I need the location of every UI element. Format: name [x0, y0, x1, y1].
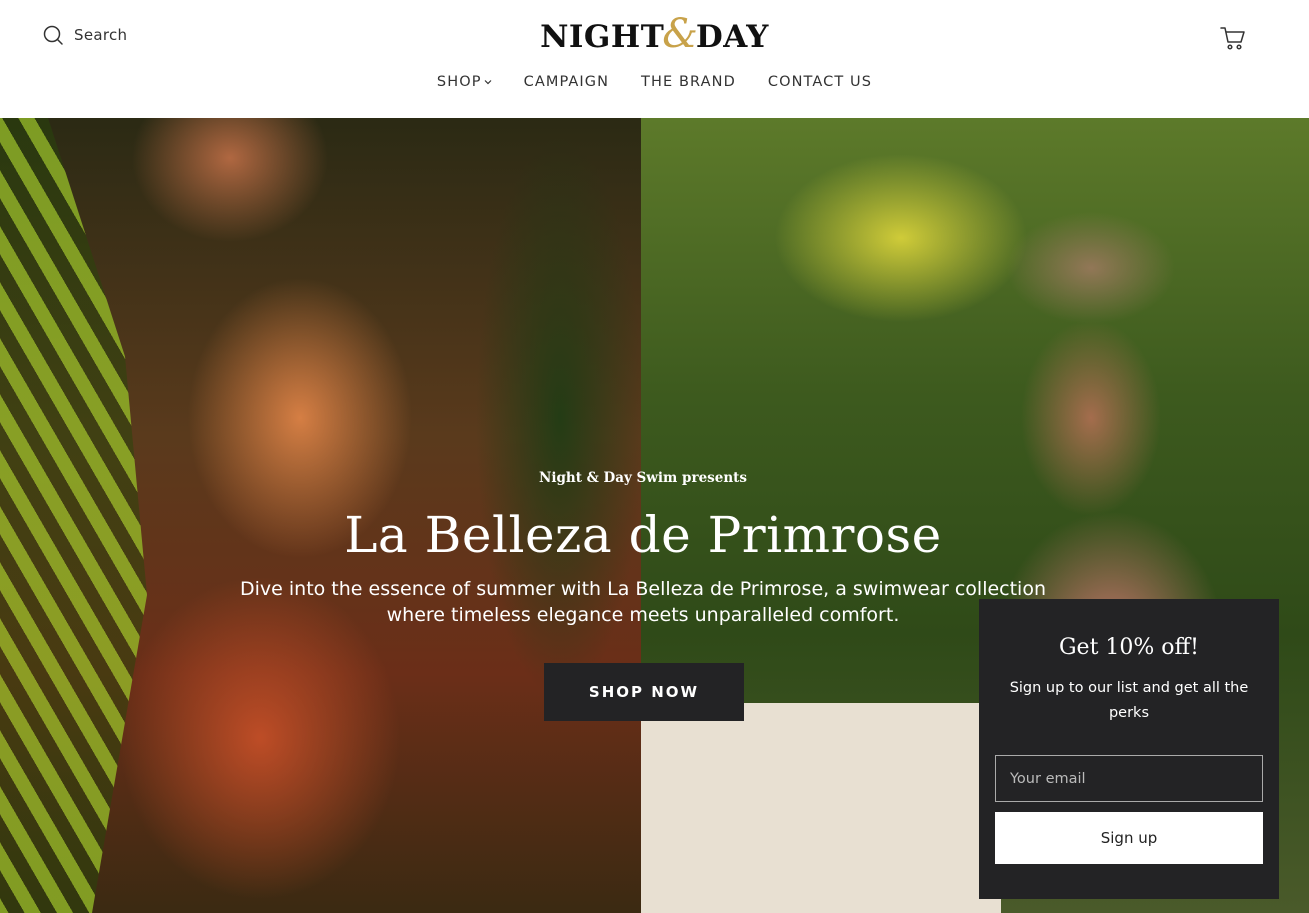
popup-title: Get 10% off! [1058, 635, 1200, 660]
nav-item-campaign[interactable]: CAMPAIGN [524, 74, 609, 90]
hero-title: La Belleza de Primrose [344, 506, 942, 564]
chevron-down-icon [484, 80, 492, 85]
cart-icon[interactable] [1219, 24, 1247, 52]
hero-subtitle: Dive into the essence of summer with La … [193, 576, 1093, 628]
discount-popup: Get 10% off! Sign up to our list and get… [979, 599, 1279, 899]
nav-item-the-brand[interactable]: THE BRAND [641, 74, 736, 90]
sign-up-button[interactable]: Sign up [995, 812, 1263, 864]
logo[interactable]: NIGHT & DAY [540, 14, 769, 55]
logo-container: NIGHT & DAY [0, 14, 1309, 55]
nav-item-contact-us[interactable]: CONTACT US [768, 74, 872, 90]
search-button[interactable]: Search [42, 24, 127, 46]
nav-item-label: THE BRAND [641, 74, 736, 90]
nav-item-label: CAMPAIGN [523, 74, 610, 90]
logo-ampersand: & [662, 11, 698, 57]
hero-subtitle-line-1: Dive into the essence of summer with La … [239, 578, 1046, 600]
main-nav: SHOP CAMPAIGN THE BRAND CONTACT US [0, 74, 1309, 90]
shop-now-button[interactable]: SHOP NOW [544, 663, 744, 721]
nav-item-label: SHOP [436, 74, 482, 90]
search-label: Search [74, 26, 128, 44]
wall-decoration [641, 703, 1001, 913]
nav-item-shop[interactable]: SHOP [437, 74, 492, 90]
email-field[interactable] [995, 755, 1263, 802]
site-header: Search NIGHT & DAY SHOP CAMPAIGN THE BRA… [0, 0, 1309, 118]
nav-item-label: CONTACT US [767, 74, 873, 90]
popup-text: Sign up to our list and get all the perk… [1009, 680, 1249, 721]
search-icon [43, 25, 63, 45]
hero-subtitle-line-2: where timeless elegance meets unparallel… [386, 604, 900, 626]
logo-word-day: DAY [695, 19, 769, 55]
hero-eyebrow: Night & Day Swim presents [538, 470, 747, 486]
logo-word-night: NIGHT [540, 19, 665, 55]
